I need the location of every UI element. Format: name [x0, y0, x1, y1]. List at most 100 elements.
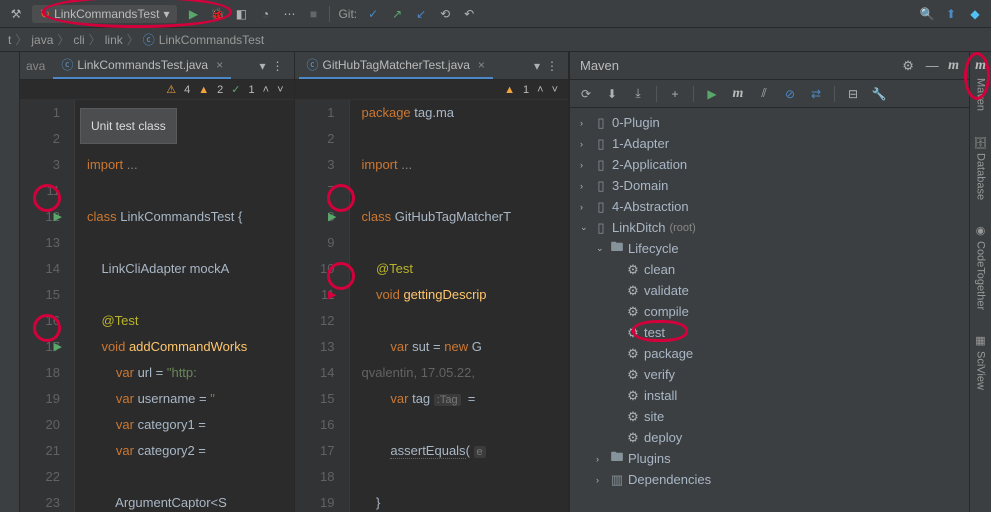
line-number[interactable]: 11▶ [295, 282, 335, 308]
bc-item[interactable]: link [105, 33, 123, 47]
line-number[interactable]: 14 [295, 360, 335, 386]
rightbar-maven[interactable]: mMaven [975, 58, 987, 111]
tree-item[interactable]: ⚙clean [570, 259, 969, 280]
maven-tree[interactable]: ›▯0-Plugin›▯1-Adapter›▯2-Application›▯3-… [570, 108, 969, 512]
code-line[interactable]: var category1 = [87, 412, 294, 438]
rightbar-codetogether[interactable]: ◉CodeTogether [974, 224, 987, 310]
more-icon[interactable]: ⋮ [546, 59, 558, 73]
offline-icon[interactable]: ⇄ [808, 86, 824, 102]
close-icon[interactable]: × [216, 58, 223, 72]
run-test-gutter-icon[interactable]: ▶ [328, 282, 336, 308]
code-line[interactable]: class GitHubTagMatcherT [362, 204, 569, 230]
tree-item[interactable]: ⌄🖿Lifecycle [570, 238, 969, 259]
line-number[interactable]: 8▶ [295, 204, 335, 230]
line-number[interactable]: 14 [20, 256, 60, 282]
run-goal-icon[interactable]: ▶ [704, 86, 720, 102]
line-number[interactable]: 23 [20, 490, 60, 512]
tree-item[interactable]: ›▯1-Adapter [570, 133, 969, 154]
stop-icon[interactable]: ■ [305, 6, 321, 22]
tree-item[interactable]: ⚙site [570, 406, 969, 427]
tree-item[interactable]: ›🖿Plugins [570, 448, 969, 469]
line-number[interactable]: 20 [20, 412, 60, 438]
up-icon[interactable]: ˄ [263, 84, 269, 96]
tree-item[interactable]: ›▥Dependencies [570, 469, 969, 490]
chevron-icon[interactable]: ⌄ [596, 243, 606, 254]
line-number[interactable]: 18 [295, 464, 335, 490]
debug-icon[interactable]: 🐞 [209, 6, 225, 22]
tree-item[interactable]: ⚙verify [570, 364, 969, 385]
code-area-2[interactable]: 12378▶91011▶121314151617181920 package t… [295, 100, 569, 512]
git-history-icon[interactable]: ⟲ [437, 6, 453, 22]
tree-item[interactable]: ⚙deploy [570, 427, 969, 448]
collapse-icon[interactable]: ⊟ [845, 86, 861, 102]
line-number[interactable]: 21 [20, 438, 60, 464]
code-line[interactable]: var url = "http: [87, 360, 294, 386]
toggle-icon[interactable]: ⫽ [756, 86, 772, 102]
chevron-down-icon[interactable]: ▾ [259, 59, 265, 73]
code-line[interactable]: var sut = new G [362, 334, 569, 360]
add-icon[interactable]: + [667, 86, 683, 102]
run-icon[interactable]: ▶ [185, 6, 201, 22]
chevron-icon[interactable]: › [596, 475, 606, 485]
line-number[interactable]: 3 [20, 152, 60, 178]
settings-icon[interactable]: 🔧 [871, 86, 887, 102]
line-number[interactable]: 1 [20, 100, 60, 126]
line-number[interactable]: 17 [295, 438, 335, 464]
down-icon[interactable]: ˅ [277, 84, 283, 96]
code-line[interactable] [362, 308, 569, 334]
line-number[interactable]: 17▶ [20, 334, 60, 360]
code-line[interactable] [362, 178, 569, 204]
codewithme-icon[interactable]: ◆ [967, 6, 983, 22]
download-icon[interactable]: ⤓ [630, 86, 646, 102]
line-number[interactable]: 3 [295, 152, 335, 178]
up-icon[interactable]: ˄ [537, 84, 543, 96]
coverage-icon[interactable]: ◧ [233, 6, 249, 22]
tree-item[interactable]: ⚙compile [570, 301, 969, 322]
tree-item[interactable]: ›▯4-Abstraction [570, 196, 969, 217]
tree-item[interactable]: ⚙install [570, 385, 969, 406]
bc-item[interactable]: cli [73, 33, 84, 47]
warning-a-icon[interactable]: ⚠ [166, 83, 176, 96]
minimize-icon[interactable]: — [924, 58, 940, 74]
tree-item[interactable]: ⚙test [570, 322, 969, 343]
git-commit-icon[interactable]: ✓ [365, 6, 381, 22]
line-number[interactable]: 2 [20, 126, 60, 152]
chevron-icon[interactable]: › [580, 181, 590, 191]
code-line[interactable] [362, 230, 569, 256]
sync-icon[interactable]: ⬆ [943, 6, 959, 22]
git-rollback-icon[interactable]: ↶ [461, 6, 477, 22]
tab-partial[interactable]: ava [24, 55, 53, 77]
close-icon[interactable]: × [478, 58, 485, 72]
code-line[interactable]: assertEquals( e [362, 438, 569, 464]
rightbar-database[interactable]: 🗄Database [974, 135, 987, 200]
line-number[interactable]: 12▶ [20, 204, 60, 230]
line-number[interactable]: 9 [295, 230, 335, 256]
chevron-icon[interactable]: › [580, 160, 590, 170]
bc-item[interactable]: LinkCommandsTest [159, 33, 264, 47]
line-number[interactable]: 1 [295, 100, 335, 126]
left-tool-strip[interactable] [0, 52, 20, 512]
tree-item[interactable]: ›▯2-Application [570, 154, 969, 175]
code-line[interactable]: package tag.ma [362, 100, 569, 126]
git-push-icon[interactable]: ↗ [389, 6, 405, 22]
line-number[interactable]: 16 [295, 412, 335, 438]
line-number[interactable]: 19 [20, 386, 60, 412]
bc-item[interactable]: t [8, 33, 11, 47]
code-line[interactable] [87, 464, 294, 490]
attach-icon[interactable]: ⋯ [281, 6, 297, 22]
more-icon[interactable]: ⋮ [272, 59, 284, 73]
run-config-selector[interactable]: ↻ LinkCommandsTest ▾ [32, 5, 177, 23]
line-number[interactable]: 16 [20, 308, 60, 334]
line-number[interactable]: 19 [295, 490, 335, 512]
exec-maven-icon[interactable]: m [730, 86, 746, 102]
code-line[interactable]: import ... [362, 152, 569, 178]
tree-item[interactable]: ⚙package [570, 343, 969, 364]
build-icon[interactable]: ⚒ [8, 6, 24, 22]
code-area-1[interactable]: Unit test class 1231112▶1314151617▶18192… [20, 100, 294, 512]
line-number[interactable]: 13 [295, 334, 335, 360]
code-line[interactable]: void gettingDescrip [362, 282, 569, 308]
code-line[interactable]: var username = " [87, 386, 294, 412]
tab-active[interactable]: ⓒ LinkCommandsTest.java × [53, 52, 231, 79]
skip-tests-icon[interactable]: ⊘ [782, 86, 798, 102]
code-line[interactable] [87, 282, 294, 308]
